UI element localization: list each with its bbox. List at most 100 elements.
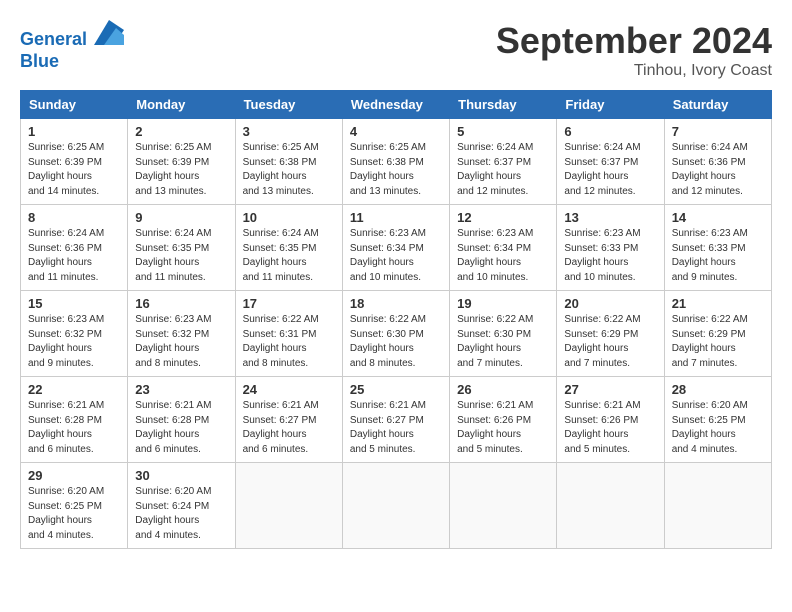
col-header-sunday: Sunday [21, 91, 128, 119]
calendar-cell: 9 Sunrise: 6:24 AMSunset: 6:35 PMDayligh… [128, 205, 235, 291]
calendar-body: 1 Sunrise: 6:25 AMSunset: 6:39 PMDayligh… [21, 119, 772, 549]
cell-info: Sunrise: 6:25 AMSunset: 6:39 PMDaylight … [135, 141, 227, 199]
day-number: 28 [672, 382, 764, 397]
day-number: 18 [350, 296, 442, 311]
cell-info: Sunrise: 6:24 AMSunset: 6:35 PMDaylight … [243, 227, 335, 285]
calendar-cell: 29 Sunrise: 6:20 AMSunset: 6:25 PMDaylig… [21, 463, 128, 549]
day-number: 27 [564, 382, 656, 397]
calendar-cell [450, 463, 557, 549]
cell-info: Sunrise: 6:23 AMSunset: 6:33 PMDaylight … [672, 227, 764, 285]
cell-info: Sunrise: 6:21 AMSunset: 6:27 PMDaylight … [243, 399, 335, 457]
cell-info: Sunrise: 6:22 AMSunset: 6:29 PMDaylight … [672, 313, 764, 371]
day-number: 21 [672, 296, 764, 311]
calendar-cell: 17 Sunrise: 6:22 AMSunset: 6:31 PMDaylig… [235, 291, 342, 377]
cell-info: Sunrise: 6:24 AMSunset: 6:36 PMDaylight … [28, 227, 120, 285]
calendar-cell: 26 Sunrise: 6:21 AMSunset: 6:26 PMDaylig… [450, 377, 557, 463]
logo: General Blue [20, 20, 124, 72]
calendar-cell: 21 Sunrise: 6:22 AMSunset: 6:29 PMDaylig… [664, 291, 771, 377]
day-number: 7 [672, 124, 764, 139]
cell-info: Sunrise: 6:23 AMSunset: 6:33 PMDaylight … [564, 227, 656, 285]
day-number: 6 [564, 124, 656, 139]
calendar-cell: 7 Sunrise: 6:24 AMSunset: 6:36 PMDayligh… [664, 119, 771, 205]
day-number: 12 [457, 210, 549, 225]
cell-info: Sunrise: 6:21 AMSunset: 6:26 PMDaylight … [457, 399, 549, 457]
cell-info: Sunrise: 6:21 AMSunset: 6:26 PMDaylight … [564, 399, 656, 457]
calendar-cell: 3 Sunrise: 6:25 AMSunset: 6:38 PMDayligh… [235, 119, 342, 205]
day-number: 5 [457, 124, 549, 139]
cell-info: Sunrise: 6:20 AMSunset: 6:24 PMDaylight … [135, 485, 227, 543]
cell-info: Sunrise: 6:25 AMSunset: 6:38 PMDaylight … [350, 141, 442, 199]
cell-info: Sunrise: 6:20 AMSunset: 6:25 PMDaylight … [28, 485, 120, 543]
calendar-cell: 4 Sunrise: 6:25 AMSunset: 6:38 PMDayligh… [342, 119, 449, 205]
calendar-cell [557, 463, 664, 549]
month-title: September 2024 [496, 20, 772, 62]
day-number: 16 [135, 296, 227, 311]
col-header-wednesday: Wednesday [342, 91, 449, 119]
calendar-cell: 28 Sunrise: 6:20 AMSunset: 6:25 PMDaylig… [664, 377, 771, 463]
col-header-saturday: Saturday [664, 91, 771, 119]
day-number: 14 [672, 210, 764, 225]
day-number: 11 [350, 210, 442, 225]
col-header-monday: Monday [128, 91, 235, 119]
calendar-cell [342, 463, 449, 549]
day-number: 1 [28, 124, 120, 139]
day-number: 10 [243, 210, 335, 225]
calendar-cell: 8 Sunrise: 6:24 AMSunset: 6:36 PMDayligh… [21, 205, 128, 291]
col-header-thursday: Thursday [450, 91, 557, 119]
day-number: 23 [135, 382, 227, 397]
logo-blue: Blue [20, 51, 59, 71]
day-number: 13 [564, 210, 656, 225]
calendar-cell: 16 Sunrise: 6:23 AMSunset: 6:32 PMDaylig… [128, 291, 235, 377]
day-number: 20 [564, 296, 656, 311]
day-number: 26 [457, 382, 549, 397]
calendar-cell [664, 463, 771, 549]
day-number: 22 [28, 382, 120, 397]
calendar-week-3: 15 Sunrise: 6:23 AMSunset: 6:32 PMDaylig… [21, 291, 772, 377]
calendar-cell: 20 Sunrise: 6:22 AMSunset: 6:29 PMDaylig… [557, 291, 664, 377]
cell-info: Sunrise: 6:22 AMSunset: 6:29 PMDaylight … [564, 313, 656, 371]
location: Tinhou, Ivory Coast [496, 62, 772, 80]
col-header-friday: Friday [557, 91, 664, 119]
cell-info: Sunrise: 6:24 AMSunset: 6:36 PMDaylight … [672, 141, 764, 199]
calendar-header-row: SundayMondayTuesdayWednesdayThursdayFrid… [21, 91, 772, 119]
page-header: General Blue September 2024 Tinhou, Ivor… [20, 20, 772, 80]
calendar-cell: 18 Sunrise: 6:22 AMSunset: 6:30 PMDaylig… [342, 291, 449, 377]
calendar-cell: 10 Sunrise: 6:24 AMSunset: 6:35 PMDaylig… [235, 205, 342, 291]
calendar-cell: 19 Sunrise: 6:22 AMSunset: 6:30 PMDaylig… [450, 291, 557, 377]
calendar-cell: 5 Sunrise: 6:24 AMSunset: 6:37 PMDayligh… [450, 119, 557, 205]
calendar-cell: 23 Sunrise: 6:21 AMSunset: 6:28 PMDaylig… [128, 377, 235, 463]
cell-info: Sunrise: 6:24 AMSunset: 6:35 PMDaylight … [135, 227, 227, 285]
calendar-cell: 24 Sunrise: 6:21 AMSunset: 6:27 PMDaylig… [235, 377, 342, 463]
day-number: 25 [350, 382, 442, 397]
calendar-cell: 12 Sunrise: 6:23 AMSunset: 6:34 PMDaylig… [450, 205, 557, 291]
day-number: 8 [28, 210, 120, 225]
calendar-cell: 6 Sunrise: 6:24 AMSunset: 6:37 PMDayligh… [557, 119, 664, 205]
calendar-cell: 15 Sunrise: 6:23 AMSunset: 6:32 PMDaylig… [21, 291, 128, 377]
calendar-cell: 14 Sunrise: 6:23 AMSunset: 6:33 PMDaylig… [664, 205, 771, 291]
day-number: 3 [243, 124, 335, 139]
cell-info: Sunrise: 6:23 AMSunset: 6:32 PMDaylight … [135, 313, 227, 371]
cell-info: Sunrise: 6:23 AMSunset: 6:34 PMDaylight … [457, 227, 549, 285]
logo-general: General [20, 29, 87, 49]
calendar-week-5: 29 Sunrise: 6:20 AMSunset: 6:25 PMDaylig… [21, 463, 772, 549]
day-number: 29 [28, 468, 120, 483]
calendar-table: SundayMondayTuesdayWednesdayThursdayFrid… [20, 90, 772, 549]
logo-icon [94, 20, 124, 45]
calendar-cell: 25 Sunrise: 6:21 AMSunset: 6:27 PMDaylig… [342, 377, 449, 463]
cell-info: Sunrise: 6:23 AMSunset: 6:34 PMDaylight … [350, 227, 442, 285]
title-section: September 2024 Tinhou, Ivory Coast [496, 20, 772, 80]
cell-info: Sunrise: 6:25 AMSunset: 6:38 PMDaylight … [243, 141, 335, 199]
cell-info: Sunrise: 6:25 AMSunset: 6:39 PMDaylight … [28, 141, 120, 199]
calendar-week-4: 22 Sunrise: 6:21 AMSunset: 6:28 PMDaylig… [21, 377, 772, 463]
day-number: 17 [243, 296, 335, 311]
cell-info: Sunrise: 6:23 AMSunset: 6:32 PMDaylight … [28, 313, 120, 371]
cell-info: Sunrise: 6:22 AMSunset: 6:30 PMDaylight … [457, 313, 549, 371]
calendar-cell: 1 Sunrise: 6:25 AMSunset: 6:39 PMDayligh… [21, 119, 128, 205]
calendar-cell: 13 Sunrise: 6:23 AMSunset: 6:33 PMDaylig… [557, 205, 664, 291]
calendar-week-1: 1 Sunrise: 6:25 AMSunset: 6:39 PMDayligh… [21, 119, 772, 205]
calendar-cell [235, 463, 342, 549]
day-number: 4 [350, 124, 442, 139]
cell-info: Sunrise: 6:22 AMSunset: 6:30 PMDaylight … [350, 313, 442, 371]
col-header-tuesday: Tuesday [235, 91, 342, 119]
day-number: 2 [135, 124, 227, 139]
